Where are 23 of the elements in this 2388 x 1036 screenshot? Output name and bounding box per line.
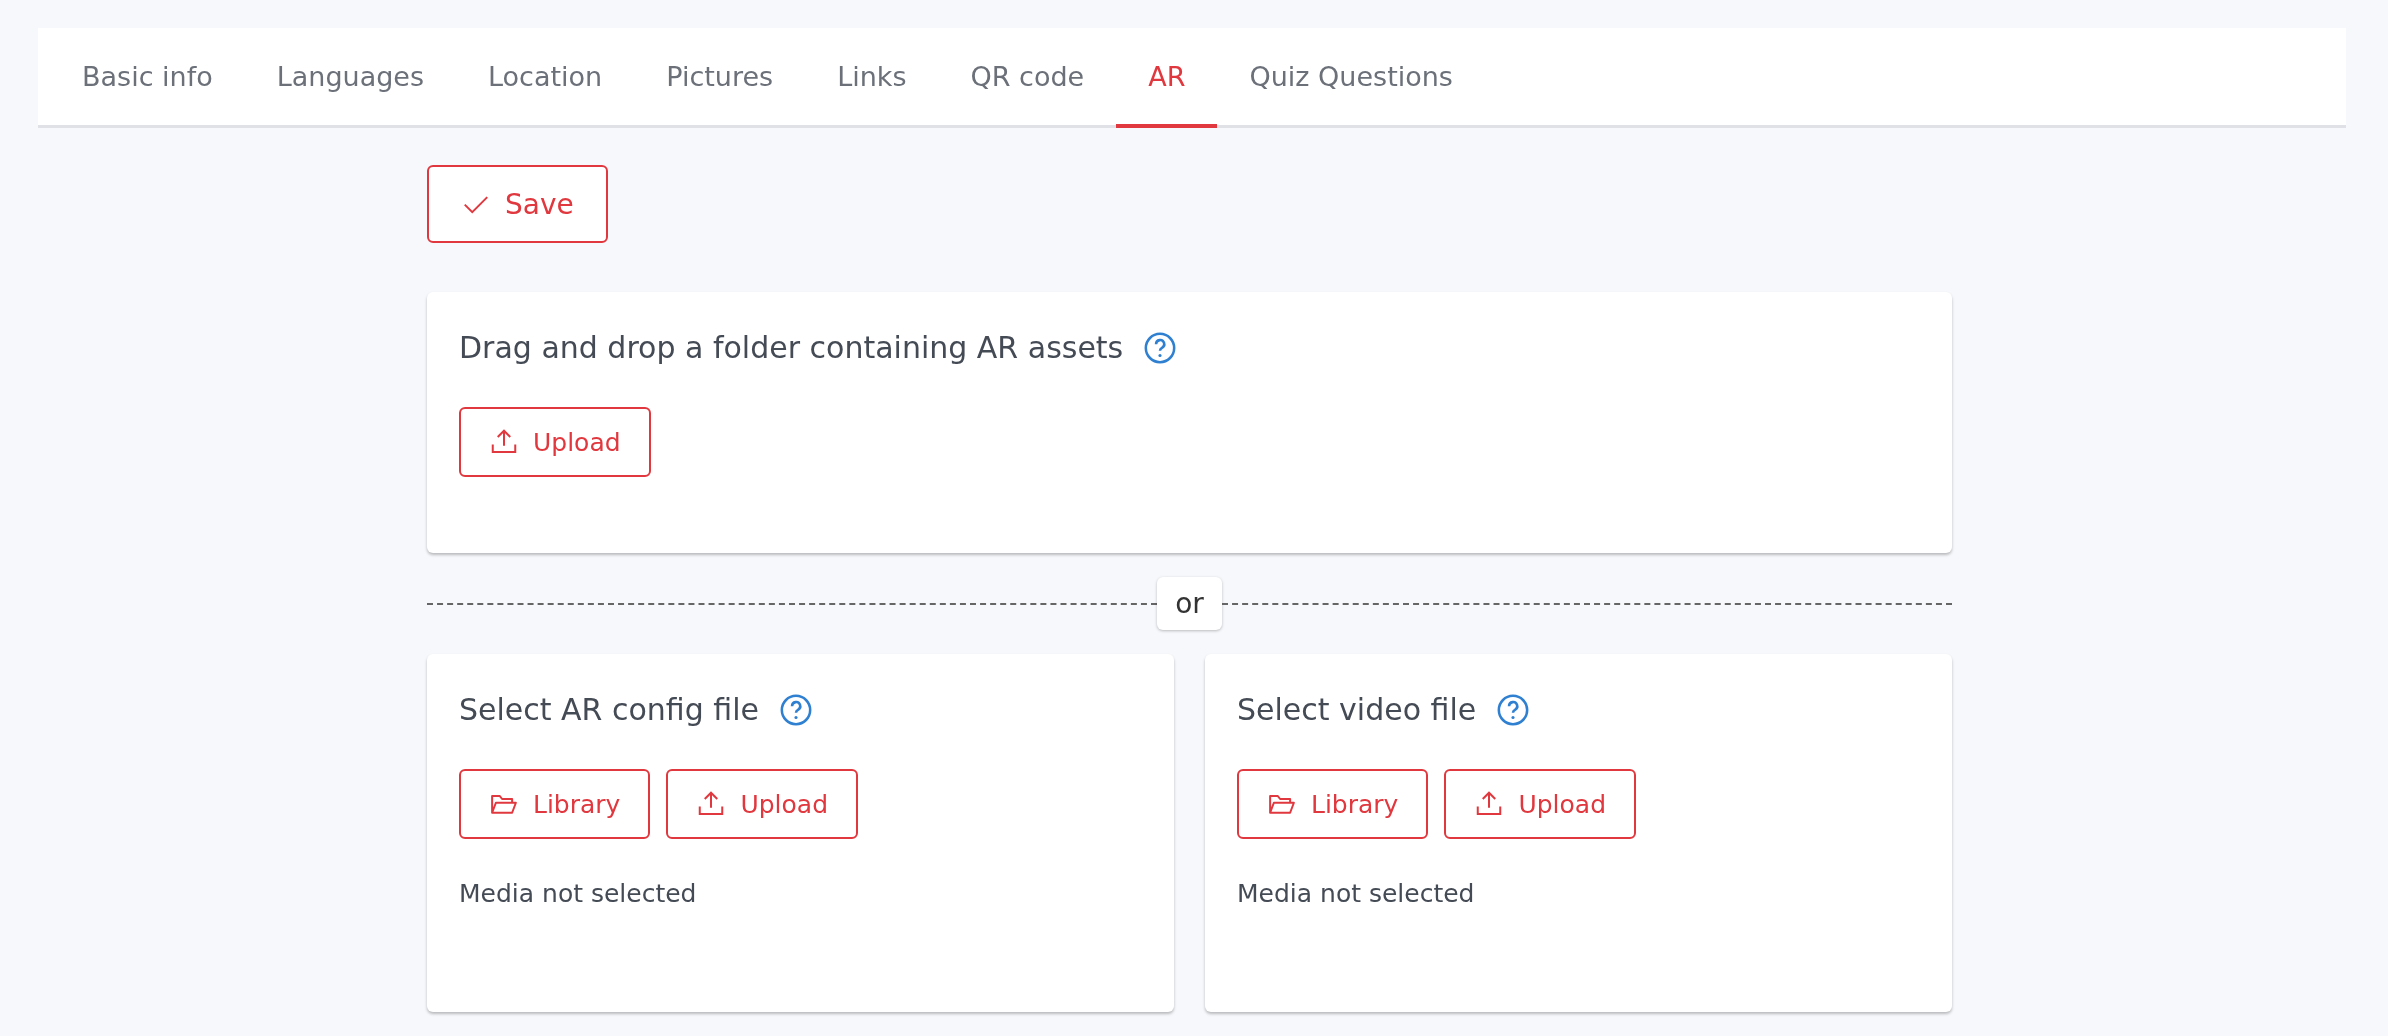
card-title: Select AR config file	[459, 692, 759, 727]
help-icon[interactable]	[1496, 692, 1531, 727]
tab[interactable]: Basic info	[50, 28, 245, 128]
library-button[interactable]: Library	[1237, 769, 1429, 839]
tab[interactable]: Languages	[244, 28, 457, 128]
tab[interactable]: QR code	[938, 28, 1117, 128]
status-text: Media not selected	[1237, 879, 1476, 908]
tab[interactable]: Quiz Questions	[1217, 28, 1485, 128]
tab[interactable]: Pictures	[634, 28, 806, 128]
card-title: Select video file	[1237, 692, 1477, 727]
upload-button[interactable]: Upload	[459, 407, 651, 477]
save-button[interactable]: Save	[427, 165, 608, 243]
help-icon[interactable]	[779, 692, 813, 727]
status-text: Media not selected	[459, 879, 698, 908]
or-label: or	[1157, 577, 1222, 630]
library-button[interactable]: Library	[459, 769, 651, 839]
help-icon[interactable]	[1143, 330, 1178, 365]
upload-button[interactable]: Upload	[666, 769, 859, 839]
tab[interactable]: AR	[1116, 28, 1218, 128]
tab[interactable]: Location	[456, 28, 635, 128]
tab[interactable]: Links	[805, 28, 939, 128]
upload-button[interactable]: Upload	[1444, 769, 1637, 839]
card-title: Drag and drop a folder containing AR assets	[459, 330, 1124, 365]
